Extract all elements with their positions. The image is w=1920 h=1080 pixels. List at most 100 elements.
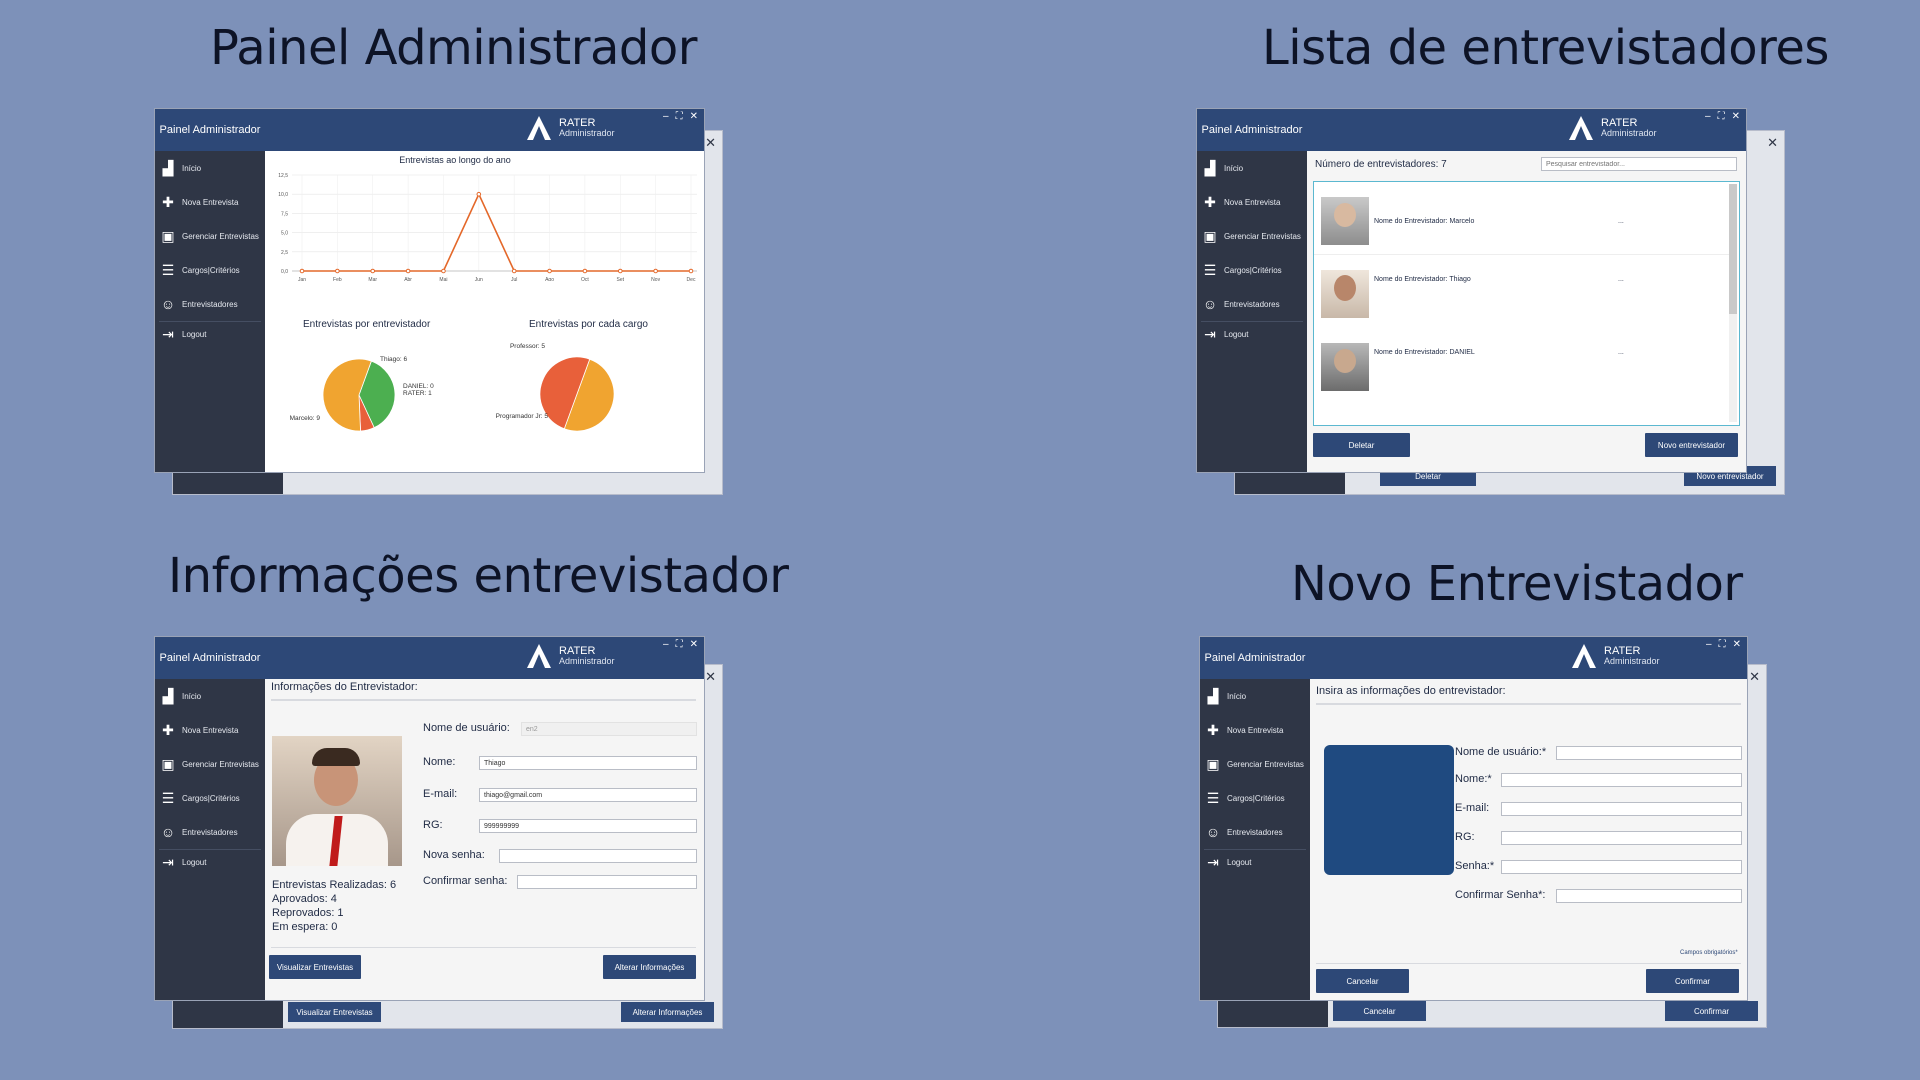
close-icon[interactable]: ✕ bbox=[1749, 669, 1760, 685]
rg-field[interactable] bbox=[1501, 831, 1742, 845]
search-input[interactable] bbox=[1541, 157, 1737, 171]
info-content: Informações do Entrevistador: Entrevista… bbox=[265, 679, 704, 1000]
minimize-icon[interactable]: – bbox=[663, 639, 669, 650]
email-field[interactable]: thiago@gmail.com bbox=[479, 788, 697, 802]
divider bbox=[1316, 703, 1741, 705]
rater-logo: RATER Administrador bbox=[525, 114, 615, 142]
more-button[interactable]: ... bbox=[1618, 218, 1624, 225]
sidebar-item-cargos[interactable]: ☰ Cargos|Critérios bbox=[1200, 781, 1310, 815]
pie-label: RATER: 1 bbox=[403, 390, 432, 397]
sidebar-item-label: Nova Entrevista bbox=[182, 197, 239, 207]
view-interviews-button[interactable]: Visualizar Entrevistas bbox=[269, 955, 361, 979]
minimize-icon[interactable]: – bbox=[663, 111, 669, 122]
sidebar-item-inicio[interactable]: ▟ Início bbox=[1200, 679, 1310, 713]
confirm-password-field[interactable] bbox=[517, 875, 697, 889]
line-chart: Entrevistas ao longo do ano 0,0 2,5 5,0 7,5 1… bbox=[278, 155, 697, 281]
sidebar-item-cargos[interactable]: ☰ Cargos|Critérios bbox=[1197, 253, 1307, 287]
sidebar-item-inicio[interactable]: ▟ Início bbox=[155, 679, 265, 713]
more-button[interactable]: ... bbox=[1618, 276, 1624, 283]
chart-icon: ▟ bbox=[162, 687, 174, 704]
username-field[interactable] bbox=[1556, 746, 1742, 760]
rg-field[interactable]: 999999999 bbox=[479, 819, 697, 833]
close-icon[interactable]: ✕ bbox=[705, 669, 716, 685]
name-field[interactable] bbox=[1501, 773, 1742, 787]
sidebar-item-gerenciar[interactable]: ▣ Gerenciar Entrevistas bbox=[1200, 747, 1310, 781]
sidebar-item-entrevistadores[interactable]: ☺ Entrevistadores bbox=[1197, 287, 1307, 321]
sidebar-item-nova-entrevista[interactable]: ✚ Nova Entrevista bbox=[155, 185, 265, 219]
list-item[interactable]: Nome do Entrevistador: DANIEL ... bbox=[1314, 328, 1729, 401]
cancel-button[interactable]: Cancelar bbox=[1316, 969, 1409, 993]
pie-chart-entrevistador: Thiago: 6 DANIEL: 0RATER: 1 Marcelo: 9 bbox=[290, 356, 434, 432]
maximize-icon[interactable]: ⛶ bbox=[676, 111, 683, 122]
sidebar-item-gerenciar[interactable]: ▣ Gerenciar Entrevistas bbox=[155, 747, 265, 781]
sidebar-item-logout[interactable]: ⇥ Logout bbox=[155, 322, 265, 346]
sidebar-item-label: Entrevistadores bbox=[182, 827, 238, 837]
sidebar-item-label: Gerenciar Entrevistas bbox=[1224, 231, 1301, 241]
minimize-icon[interactable]: – bbox=[1705, 111, 1711, 122]
sidebar-item-cargos[interactable]: ☰ Cargos|Critérios bbox=[155, 253, 265, 287]
logout-icon: ⇥ bbox=[162, 325, 174, 342]
sidebar-item-logout[interactable]: ⇥ Logout bbox=[1197, 322, 1307, 346]
sidebar-item-label: Nova Entrevista bbox=[1224, 197, 1281, 207]
sidebar-item-nova-entrevista[interactable]: ✚ Nova Entrevista bbox=[1200, 713, 1310, 747]
ghost-confirm-button: Confirmar bbox=[1665, 1001, 1758, 1021]
add-document-icon: ✚ bbox=[1207, 721, 1219, 738]
sidebar-item-label: Cargos|Critérios bbox=[1227, 793, 1285, 803]
sidebar-item-label: Gerenciar Entrevistas bbox=[182, 231, 259, 241]
avatar bbox=[1321, 270, 1369, 318]
close-icon[interactable]: ✕ bbox=[1767, 135, 1778, 151]
sidebar-item-inicio[interactable]: ▟ Início bbox=[1197, 151, 1307, 185]
panel-novo-entrevistador: ✕ Cancelar Confirmar Painel Administrado… bbox=[1199, 636, 1769, 1031]
edit-info-button[interactable]: Alterar Informações bbox=[603, 955, 696, 979]
name-label: Nome: bbox=[423, 756, 456, 768]
window-controls: – ⛶ ✕ bbox=[663, 111, 698, 122]
close-icon[interactable]: ✕ bbox=[690, 111, 698, 122]
delete-button[interactable]: Deletar bbox=[1313, 433, 1410, 457]
interviewer-list[interactable]: Nome do Entrevistador: Marcelo ... Nome … bbox=[1313, 181, 1740, 426]
divider bbox=[271, 699, 696, 701]
sidebar-item-entrevistadores[interactable]: ☺ Entrevistadores bbox=[1200, 815, 1310, 849]
y-tick-label: 10,0 bbox=[278, 192, 288, 198]
new-form-content: Insira as informações do entrevistador: … bbox=[1310, 679, 1747, 1000]
new-interviewer-button[interactable]: Novo entrevistador bbox=[1645, 433, 1738, 457]
ghost-edit-button: Alterar Informações bbox=[621, 1002, 714, 1022]
rater-logo-icon bbox=[1572, 644, 1596, 668]
close-icon[interactable]: ✕ bbox=[1733, 639, 1741, 650]
email-field[interactable] bbox=[1501, 802, 1742, 816]
sidebar-item-logout[interactable]: ⇥ Logout bbox=[1200, 850, 1310, 874]
confirm-button[interactable]: Confirmar bbox=[1646, 969, 1739, 993]
list-item[interactable]: Nome do Entrevistador: Marcelo ... bbox=[1314, 182, 1729, 255]
x-tick-label: Feb bbox=[333, 277, 342, 281]
username-label: Nome de usuário: bbox=[423, 722, 510, 734]
close-icon[interactable]: ✕ bbox=[690, 639, 698, 650]
sidebar-item-cargos[interactable]: ☰ Cargos|Critérios bbox=[155, 781, 265, 815]
title-novo-entrevistador: Novo Entrevistador bbox=[1291, 556, 1743, 612]
sidebar-item-nova-entrevista[interactable]: ✚ Nova Entrevista bbox=[1197, 185, 1307, 219]
maximize-icon[interactable]: ⛶ bbox=[1718, 111, 1725, 122]
minimize-icon[interactable]: – bbox=[1706, 639, 1712, 650]
close-icon[interactable]: ✕ bbox=[1732, 111, 1740, 122]
sidebar-item-logout[interactable]: ⇥ Logout bbox=[155, 850, 265, 874]
password-field[interactable] bbox=[1501, 860, 1742, 874]
avatar bbox=[1321, 343, 1369, 391]
name-field[interactable]: Thiago bbox=[479, 756, 697, 770]
stat-espera: Em espera: 0 bbox=[272, 921, 338, 933]
sidebar-item-label: Nova Entrevista bbox=[1227, 725, 1284, 735]
sidebar-item-entrevistadores[interactable]: ☺ Entrevistadores bbox=[155, 815, 265, 849]
list-item[interactable]: Nome do Entrevistador: Thiago ... bbox=[1314, 255, 1729, 328]
sidebar-item-label: Nova Entrevista bbox=[182, 725, 239, 735]
sidebar-item-nova-entrevista[interactable]: ✚ Nova Entrevista bbox=[155, 713, 265, 747]
confirm-password-field[interactable] bbox=[1556, 889, 1742, 903]
sidebar-item-gerenciar[interactable]: ▣ Gerenciar Entrevistas bbox=[155, 219, 265, 253]
photo-placeholder[interactable] bbox=[1324, 745, 1454, 875]
maximize-icon[interactable]: ⛶ bbox=[676, 639, 683, 650]
sidebar-item-inicio[interactable]: ▟ Início bbox=[155, 151, 265, 185]
more-button[interactable]: ... bbox=[1618, 349, 1624, 356]
logout-icon: ⇥ bbox=[1207, 853, 1219, 870]
close-icon[interactable]: ✕ bbox=[705, 135, 716, 151]
sidebar-item-entrevistadores[interactable]: ☺ Entrevistadores bbox=[155, 287, 265, 321]
scrollbar[interactable] bbox=[1729, 184, 1737, 422]
maximize-icon[interactable]: ⛶ bbox=[1719, 639, 1726, 650]
new-password-field[interactable] bbox=[499, 849, 697, 863]
sidebar-item-gerenciar[interactable]: ▣ Gerenciar Entrevistas bbox=[1197, 219, 1307, 253]
